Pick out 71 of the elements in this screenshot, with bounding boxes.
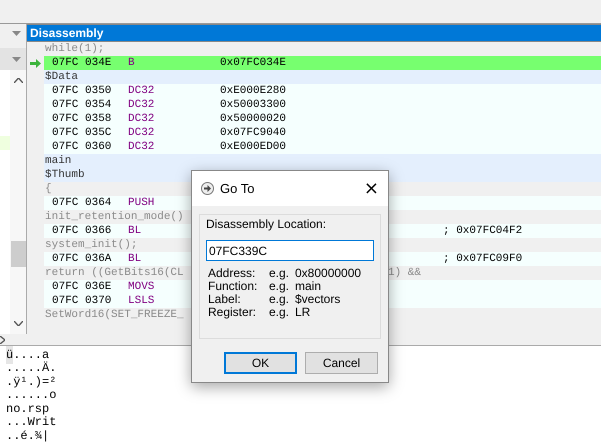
address: 07FC 035C xyxy=(52,126,112,141)
source-line: 1) && xyxy=(388,266,422,281)
example-label: Address: xyxy=(207,266,256,280)
mnemonic: BL xyxy=(128,224,142,239)
scroll-up-icon[interactable] xyxy=(14,78,22,83)
source-line: while(1); xyxy=(44,42,104,57)
mnemonic: LSLS xyxy=(128,294,154,309)
address: 07FC 0350 xyxy=(52,84,112,99)
example-value: main xyxy=(295,280,322,292)
address: 07FC 036E xyxy=(52,280,112,295)
example-label: Label: xyxy=(207,292,242,306)
example-value: $vectors xyxy=(295,292,340,306)
example-prefix: e.g. xyxy=(269,306,290,318)
operand: 0xE000E280 xyxy=(220,84,286,99)
operand: 0xE000ED00 xyxy=(220,140,286,155)
mnemonic: MOVS xyxy=(128,280,154,295)
source-line: { xyxy=(44,182,52,197)
example-label: Function: xyxy=(207,280,258,292)
address: 07FC 0360 xyxy=(52,140,112,155)
source-line: init_retention_mode() xyxy=(44,210,184,225)
example-value: LR xyxy=(295,306,310,318)
mnemonic: DC32 xyxy=(128,126,154,141)
dropdown-caret-icon[interactable] xyxy=(12,56,21,62)
address: 07FC 0358 xyxy=(52,112,112,127)
address: 07FC 034E xyxy=(52,56,112,71)
operand: 0x07FC9040 xyxy=(220,126,286,141)
mnemonic: BL xyxy=(128,252,142,267)
selected-byte: ü xyxy=(6,346,14,364)
mnemonic: DC32 xyxy=(128,140,154,155)
highlight-marker xyxy=(0,136,10,150)
source-line: return ((GetBits16(CL xyxy=(44,266,184,281)
address: 07FC 036A xyxy=(52,252,112,267)
mnemonic: DC32 xyxy=(128,84,154,99)
mnemonic: DC32 xyxy=(128,112,154,127)
location-field[interactable]: 07FC339C xyxy=(206,240,374,261)
memory-text: ..é.¾| xyxy=(6,428,50,443)
mnemonic: DC32 xyxy=(128,98,154,113)
comment: ; 0x07FC04F2 xyxy=(443,224,522,239)
source-line: system_init(); xyxy=(44,238,138,253)
comment: ; 0x07FC09F0 xyxy=(443,252,522,267)
code-label: $Thumb xyxy=(44,168,85,183)
example-prefix: e.g. xyxy=(269,280,290,292)
mnemonic: PUSH xyxy=(128,196,154,211)
operand: 0x50000020 xyxy=(220,112,286,127)
example-prefix: e.g. xyxy=(269,266,290,280)
memory-text: ....a xyxy=(13,346,50,362)
source-line: SetWord16(SET_FREEZE_ xyxy=(44,308,184,323)
address: 07FC 0366 xyxy=(52,224,112,239)
code-label: $Data xyxy=(44,70,78,85)
address: 07FC 0354 xyxy=(52,98,112,113)
dialog-title: Go To xyxy=(220,180,256,198)
scroll-thumb[interactable] xyxy=(10,241,26,267)
example-value: 0x80000000 xyxy=(295,266,362,280)
panel-title: Disassembly xyxy=(30,25,104,42)
operand: 0x07FC034E xyxy=(220,56,286,71)
go-arrow-icon xyxy=(201,182,214,195)
address: 07FC 0370 xyxy=(52,294,112,309)
close-button[interactable]: × xyxy=(364,180,379,198)
dialog-button[interactable]: Cancel xyxy=(305,352,378,374)
dialog-button[interactable]: OK xyxy=(224,352,297,374)
code-label: main xyxy=(44,154,72,169)
example-label: Register: xyxy=(207,306,258,318)
scrollbar[interactable] xyxy=(10,70,26,334)
dropdown-caret-icon[interactable] xyxy=(12,30,21,36)
mnemonic: B xyxy=(128,56,135,71)
operand: 0x50003300 xyxy=(220,98,286,113)
arrow-icon xyxy=(30,58,41,68)
memory-text: ...Writ xyxy=(6,414,56,430)
scroll-down-icon[interactable] xyxy=(14,321,22,326)
address: 07FC 0364 xyxy=(52,196,112,211)
example-prefix: e.g. xyxy=(269,292,290,306)
